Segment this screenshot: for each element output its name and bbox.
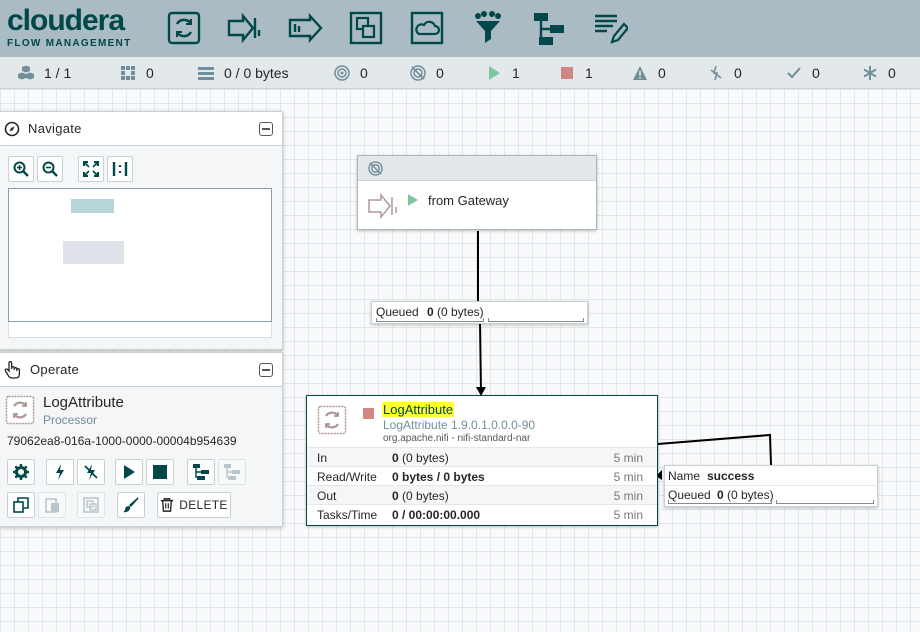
disable-button[interactable] xyxy=(77,459,105,485)
trash-icon xyxy=(161,498,174,512)
up-to-date-stat: 0 xyxy=(786,65,820,81)
funnel-icon[interactable] xyxy=(470,10,506,46)
brand-name: cloudera xyxy=(7,4,125,37)
processor-bundle: org.apache.nifi - nifi-standard-nar xyxy=(383,433,531,444)
not-transmitting-icon xyxy=(410,65,426,81)
port-header xyxy=(358,156,596,181)
stopped-icon xyxy=(363,408,374,419)
locally-modified-stat: 0 xyxy=(862,65,896,81)
cubes-icon xyxy=(18,65,34,81)
operate-header[interactable]: Operate xyxy=(0,353,282,387)
flow-canvas[interactable]: Navigate Operate LogAttribute Processor … xyxy=(0,89,920,632)
zoom-in-button[interactable] xyxy=(8,156,34,182)
running-icon xyxy=(408,194,418,209)
operate-palette: Operate LogAttribute Processor 79062ea8-… xyxy=(0,352,283,527)
threads-icon xyxy=(120,65,136,81)
running-stat: 1 xyxy=(486,65,520,81)
selected-component-id: 79062ea8-016a-1000-0000-00004b954639 xyxy=(7,434,237,448)
connection-name-value: success xyxy=(707,469,755,483)
copy-button[interactable] xyxy=(7,492,35,518)
output-port-icon[interactable] xyxy=(287,10,323,46)
compass-icon xyxy=(4,121,20,137)
label-icon[interactable] xyxy=(592,10,630,46)
transmitting-stat: 0 xyxy=(334,65,368,81)
connection-name-label: Name xyxy=(668,469,701,483)
app-header: cloudera FLOW MANAGEMENT xyxy=(0,0,920,57)
disabled-icon xyxy=(708,65,724,81)
stat-row-tasks-time: Tasks/Time 0 / 00:00:00.000 5 min xyxy=(307,504,657,523)
input-port-icon[interactable] xyxy=(226,10,262,46)
delete-label: DELETE xyxy=(179,498,228,512)
queue-count-bar xyxy=(376,318,484,322)
status-bar: 1 / 1 0 0 / 0 bytes 0 0 1 1 0 0 0 0 xyxy=(0,57,920,89)
queue-count-bar xyxy=(668,500,772,504)
create-template-button[interactable] xyxy=(187,459,215,485)
stat-row-read-write: Read/Write 0 bytes / 0 bytes 5 min xyxy=(307,466,657,485)
check-icon xyxy=(786,65,802,81)
remote-group-icon[interactable] xyxy=(409,10,445,46)
birdseye-scrollbar[interactable] xyxy=(8,322,272,338)
operate-title: Operate xyxy=(30,362,80,377)
template-icon[interactable] xyxy=(531,10,567,46)
not-transmitting-stat: 0 xyxy=(410,65,444,81)
transmitting-icon xyxy=(334,65,350,81)
stat-row-in: In 0 (0 bytes) 5 min xyxy=(307,447,657,466)
active-threads-stat: 0 xyxy=(120,65,154,81)
stop-icon xyxy=(559,65,575,81)
stop-button[interactable] xyxy=(146,459,174,485)
brand-subtitle: FLOW MANAGEMENT xyxy=(7,38,132,49)
processor-version: LogAttribute 1.9.0.1.0.0.0-90 xyxy=(383,418,536,432)
processor-icon xyxy=(317,405,347,438)
not-transmitting-icon xyxy=(368,161,383,179)
start-button[interactable] xyxy=(115,459,143,485)
warning-icon xyxy=(632,65,648,81)
port-name: from Gateway xyxy=(428,193,509,208)
queued-count: 0 xyxy=(427,305,434,319)
input-port-icon xyxy=(368,192,398,222)
delete-button[interactable]: DELETE xyxy=(157,492,231,518)
color-button[interactable] xyxy=(117,492,145,518)
birdseye-port xyxy=(71,199,114,213)
disabled-stat: 0 xyxy=(708,65,742,81)
collapse-navigate-icon[interactable] xyxy=(259,122,273,136)
queue-size-bar xyxy=(776,500,874,504)
actual-size-button[interactable] xyxy=(107,156,133,182)
list-icon xyxy=(198,65,214,81)
stat-row-out: Out 0 (0 bytes) 5 min xyxy=(307,485,657,504)
birdseye-processor xyxy=(63,241,124,264)
navigate-palette: Navigate xyxy=(0,111,283,350)
invalid-stat: 0 xyxy=(632,65,666,81)
upload-template-button[interactable] xyxy=(218,459,246,485)
group-button[interactable] xyxy=(77,492,105,518)
stopped-stat: 1 xyxy=(559,65,593,81)
success-connection-label[interactable]: Name success Queued 0 (0 bytes) xyxy=(664,465,878,507)
birdseye-view[interactable] xyxy=(8,188,272,322)
paste-button[interactable] xyxy=(38,492,66,518)
navigate-title: Navigate xyxy=(28,121,82,136)
connection-label[interactable]: Queued 0 (0 bytes) xyxy=(371,301,588,324)
play-icon xyxy=(486,65,502,81)
queued-stat: 0 / 0 bytes xyxy=(198,65,289,81)
pointing-hand-icon xyxy=(4,360,22,379)
collapse-operate-icon[interactable] xyxy=(259,363,273,377)
selected-processor-icon xyxy=(5,395,35,425)
processor-icon[interactable] xyxy=(166,10,202,46)
fit-button[interactable] xyxy=(78,156,104,182)
queued-size: (0 bytes) xyxy=(437,305,484,319)
configure-button[interactable] xyxy=(7,459,35,485)
processor-card[interactable]: LogAttribute LogAttribute 1.9.0.1.0.0.0-… xyxy=(306,395,658,526)
navigate-header[interactable]: Navigate xyxy=(0,112,282,146)
brand-logo: cloudera FLOW MANAGEMENT xyxy=(7,4,132,50)
queued-label: Queued xyxy=(376,305,419,319)
zoom-out-button[interactable] xyxy=(37,156,63,182)
processor-name: LogAttribute xyxy=(382,402,455,417)
selected-component-name: LogAttribute xyxy=(43,394,124,411)
enable-button[interactable] xyxy=(46,459,74,485)
queue-size-bar xyxy=(488,318,584,322)
selected-component-type: Processor xyxy=(43,413,98,427)
input-port[interactable]: from Gateway xyxy=(357,155,597,230)
process-group-icon[interactable] xyxy=(348,10,384,46)
asterisk-icon xyxy=(862,65,878,81)
cluster-nodes-stat: 1 / 1 xyxy=(18,65,71,81)
